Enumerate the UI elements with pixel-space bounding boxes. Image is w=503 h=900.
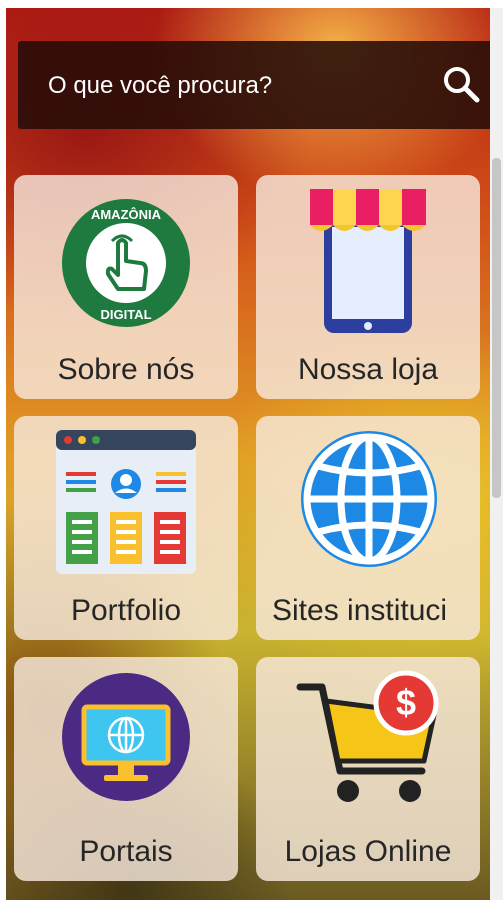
card-lojas-online[interactable]: $ Lojas Online: [256, 657, 480, 881]
app-background: AMAZÔNIA DIGITAL Sobre nós Nossa loja: [6, 8, 490, 900]
shopping-cart-dollar-icon: $: [296, 670, 439, 802]
globe-icon: [301, 431, 437, 567]
card-label: Sites instituci: [272, 594, 448, 627]
search-input[interactable]: [48, 69, 408, 103]
card-label: Portfolio: [70, 594, 182, 627]
storefront-phone-icon: [310, 189, 426, 333]
scrollbar-thumb[interactable]: [492, 158, 501, 498]
card-portais[interactable]: Portais: [14, 657, 238, 881]
scrollbar[interactable]: [490, 8, 503, 900]
card-sites-institucionais[interactable]: Sites instituci: [256, 416, 480, 640]
monitor-globe-icon: [62, 673, 190, 801]
search-button[interactable]: [438, 61, 486, 109]
card-sobre-nos[interactable]: AMAZÔNIA DIGITAL Sobre nós: [14, 175, 238, 399]
card-label: Lojas Online: [284, 835, 452, 868]
portfolio-dashboard-icon: [56, 430, 196, 574]
card-label: Sobre nós: [57, 353, 195, 386]
amazonia-digital-logo-icon: AMAZÔNIA DIGITAL: [62, 199, 190, 327]
card-label: Nossa loja: [297, 353, 439, 386]
dollar-badge: $: [396, 682, 416, 723]
card-label: Portais: [79, 835, 173, 868]
logo-bottom-text: DIGITAL: [100, 307, 151, 322]
card-portfolio[interactable]: Portfolio: [14, 416, 238, 640]
logo-top-text: AMAZÔNIA: [91, 207, 162, 222]
search-bar: [18, 41, 490, 129]
card-nossa-loja[interactable]: Nossa loja: [256, 175, 480, 399]
search-icon: [444, 67, 480, 103]
